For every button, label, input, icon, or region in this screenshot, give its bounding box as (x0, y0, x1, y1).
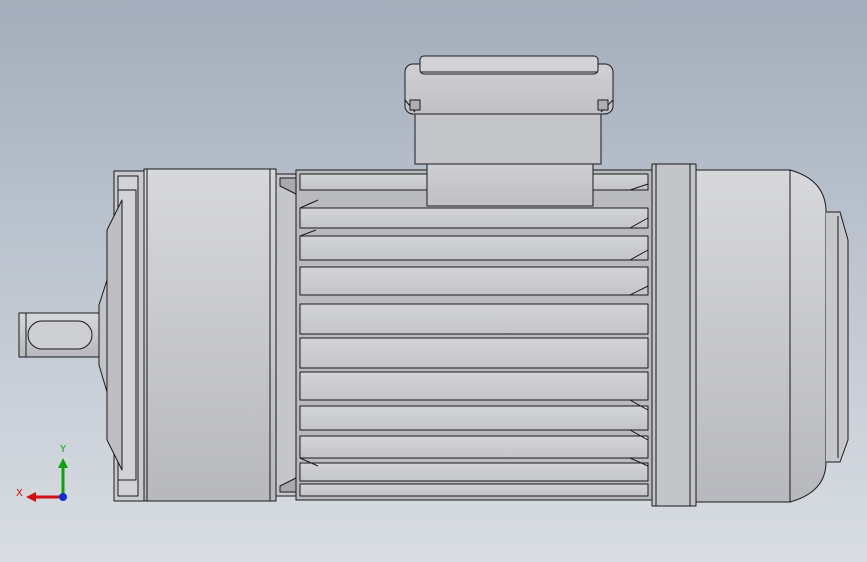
triad-y-axis (58, 458, 68, 497)
graphics-viewport[interactable]: Y X (0, 0, 867, 562)
triad-z-axis (59, 493, 67, 501)
triad-x-label: X (16, 488, 23, 499)
triad-x-axis (26, 492, 63, 502)
axis-triad: Y X (16, 444, 68, 502)
triad-y-label: Y (59, 444, 67, 455)
